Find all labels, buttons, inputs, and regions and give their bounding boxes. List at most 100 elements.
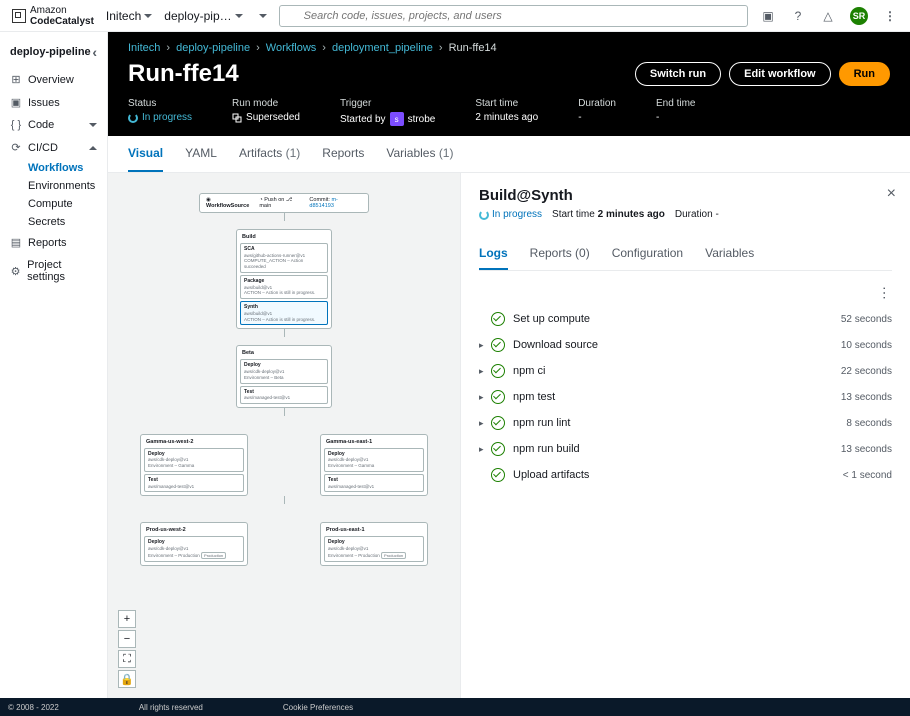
- sidebar-subitem-secrets[interactable]: Secrets: [28, 213, 107, 231]
- wf-group-gamma-us-east-1[interactable]: Gamma-us-east-1Deployaws/cdk-deploy@v1En…: [320, 434, 428, 497]
- dur-label: Duration: [675, 209, 713, 220]
- log-menu-button[interactable]: ⋯: [876, 286, 893, 301]
- panel-tab-variables[interactable]: Variables: [705, 238, 754, 270]
- log-row: Upload artifacts< 1 second: [479, 462, 892, 488]
- wf-action-deploy[interactable]: Deployaws/cdk-deploy@v1Environment – Bet…: [240, 359, 328, 383]
- success-icon: [491, 364, 505, 378]
- log-time: 52 seconds: [841, 314, 892, 325]
- workflow-source-node[interactable]: ◉ WorkflowSource ◔ Push on ⎇ main Commit…: [199, 193, 369, 213]
- sidebar-icon: ⟳: [10, 141, 22, 154]
- space-selector[interactable]: Initech: [106, 9, 152, 23]
- space-name: Initech: [106, 9, 141, 23]
- close-panel-button[interactable]: ×: [887, 185, 896, 203]
- notifications-icon[interactable]: △: [820, 8, 836, 24]
- log-name: npm test: [513, 391, 841, 403]
- log-name: npm run build: [513, 443, 841, 455]
- main-content: Initech›deploy-pipeline›Workflows›deploy…: [108, 32, 910, 698]
- edit-workflow-button[interactable]: Edit workflow: [729, 62, 831, 86]
- panel-tab-configuration[interactable]: Configuration: [612, 238, 683, 270]
- chevron-down-icon: [144, 14, 152, 18]
- log-row[interactable]: ▸npm test13 seconds: [479, 384, 892, 410]
- wf-action-deploy[interactable]: Deployaws/cdk-deploy@v1Environment – Gam…: [324, 448, 424, 472]
- sidebar-item-issues[interactable]: ▣Issues: [0, 91, 107, 114]
- spinner-icon: [479, 210, 489, 220]
- caret-icon: ▸: [479, 392, 491, 403]
- sidebar-icon: ⚙: [10, 265, 21, 278]
- wf-group-prod-us-east-1[interactable]: Prod-us-east-1Deployaws/cdk-deploy@v1Env…: [320, 522, 428, 566]
- sidebar-icon: { }: [10, 119, 22, 131]
- breadcrumb-item[interactable]: deploy-pipeline: [176, 42, 250, 54]
- sidebar-item-ci-cd[interactable]: ⟳ CI/CD: [0, 136, 107, 159]
- wf-group-prod-us-west-2[interactable]: Prod-us-west-2Deployaws/cdk-deploy@v1Env…: [140, 522, 248, 566]
- footer-rights: All rights reserved: [139, 703, 203, 712]
- footer-cookie[interactable]: Cookie Preferences: [283, 703, 353, 712]
- log-row[interactable]: ▸Download source10 seconds: [479, 332, 892, 358]
- terminal-icon[interactable]: ▣: [760, 8, 776, 24]
- tab-reports[interactable]: Reports: [322, 136, 364, 172]
- sidebar-subitem-compute[interactable]: Compute: [28, 195, 107, 213]
- panel-tab-logs[interactable]: Logs: [479, 238, 508, 270]
- chevron-down-icon: [235, 14, 243, 18]
- user-avatar[interactable]: SR: [850, 7, 868, 25]
- breadcrumb: Initech›deploy-pipeline›Workflows›deploy…: [128, 42, 890, 54]
- sidebar-subitem-workflows[interactable]: Workflows: [28, 159, 107, 177]
- chevron-icon: [89, 146, 97, 150]
- project-selector[interactable]: deploy-pip…: [164, 9, 242, 23]
- wf-action-test[interactable]: Testaws/managed-test@v1: [324, 474, 424, 492]
- wf-action-test[interactable]: Testaws/managed-test@v1: [144, 474, 244, 492]
- tab-yaml[interactable]: YAML: [185, 136, 217, 172]
- sidebar-item-overview[interactable]: ⊞Overview: [0, 68, 107, 91]
- tab-visual[interactable]: Visual: [128, 136, 163, 172]
- log-name: npm ci: [513, 365, 841, 377]
- canvas-controls: + − ⛶ 🔒: [118, 610, 136, 688]
- help-icon[interactable]: ?: [790, 8, 806, 24]
- success-icon: [491, 390, 505, 404]
- extra-dropdown[interactable]: [259, 14, 267, 18]
- caret-icon: ▸: [479, 444, 491, 455]
- success-icon: [491, 468, 505, 482]
- build-group[interactable]: Build SCAaws/github-actions-runner@v1COM…: [236, 229, 332, 329]
- sidebar-label: Overview: [28, 74, 74, 86]
- fit-button[interactable]: ⛶: [118, 650, 136, 668]
- wf-action-package[interactable]: Packageaws/build@v1ACTION – Action is st…: [240, 275, 328, 299]
- panel-tab-reports[interactable]: Reports (0): [530, 238, 590, 270]
- wf-action-sca[interactable]: SCAaws/github-actions-runner@v1COMPUTE_A…: [240, 243, 328, 273]
- sidebar-item-project-settings[interactable]: ⚙Project settings: [0, 254, 107, 288]
- log-row[interactable]: ▸npm run lint8 seconds: [479, 410, 892, 436]
- zoom-in-button[interactable]: +: [118, 610, 136, 628]
- tab-artifacts[interactable]: Artifacts (1): [239, 136, 300, 172]
- log-row[interactable]: ▸npm ci22 seconds: [479, 358, 892, 384]
- workflow-canvas[interactable]: ◉ WorkflowSource ◔ Push on ⎇ main Commit…: [108, 173, 460, 698]
- switch-run-button[interactable]: Switch run: [635, 62, 721, 86]
- lock-button[interactable]: 🔒: [118, 670, 136, 688]
- wf-action-deploy[interactable]: Deployaws/cdk-deploy@v1Environment – Pro…: [324, 536, 424, 562]
- breadcrumb-item[interactable]: Initech: [128, 42, 160, 54]
- sidebar-item-reports[interactable]: ▤Reports: [0, 231, 107, 254]
- menu-icon[interactable]: ⋮: [882, 8, 898, 24]
- log-name: Upload artifacts: [513, 469, 843, 481]
- breadcrumb-item[interactable]: deployment_pipeline: [332, 42, 433, 54]
- sidebar-item-code[interactable]: { }Code: [0, 114, 107, 136]
- panel-status: In progress: [492, 209, 542, 220]
- wf-group-gamma-us-west-2[interactable]: Gamma-us-west-2Deployaws/cdk-deploy@v1En…: [140, 434, 248, 497]
- beta-group[interactable]: Beta Deployaws/cdk-deploy@v1Environment …: [236, 345, 332, 408]
- log-row[interactable]: ▸npm run build13 seconds: [479, 436, 892, 462]
- search-input[interactable]: [279, 5, 748, 27]
- wf-action-deploy[interactable]: Deployaws/cdk-deploy@v1Environment – Gam…: [144, 448, 244, 472]
- log-time: 22 seconds: [841, 366, 892, 377]
- sidebar-header: deploy-pipeline ‹: [0, 40, 107, 68]
- superseded-icon: [232, 113, 242, 123]
- log-list: ⋯ Set up compute52 seconds▸Download sour…: [479, 281, 892, 488]
- wf-action-deploy[interactable]: Deployaws/cdk-deploy@v1Environment – Pro…: [144, 536, 244, 562]
- top-bar: AmazonCodeCatalyst Initech deploy-pip… ⌕…: [0, 0, 910, 32]
- tab-variables[interactable]: Variables (1): [386, 136, 453, 172]
- sidebar-label: CI/CD: [28, 142, 58, 154]
- wf-action-test[interactable]: Testaws/managed-test@v1: [240, 386, 328, 404]
- sidebar-collapse-icon[interactable]: ‹: [92, 44, 97, 60]
- sidebar-subitem-environments[interactable]: Environments: [28, 177, 107, 195]
- wf-action-synth[interactable]: Synthaws/build@v1ACTION – Action is stil…: [240, 301, 328, 325]
- zoom-out-button[interactable]: −: [118, 630, 136, 648]
- log-row: Set up compute52 seconds: [479, 306, 892, 332]
- breadcrumb-item[interactable]: Workflows: [266, 42, 317, 54]
- run-button[interactable]: Run: [839, 62, 890, 86]
